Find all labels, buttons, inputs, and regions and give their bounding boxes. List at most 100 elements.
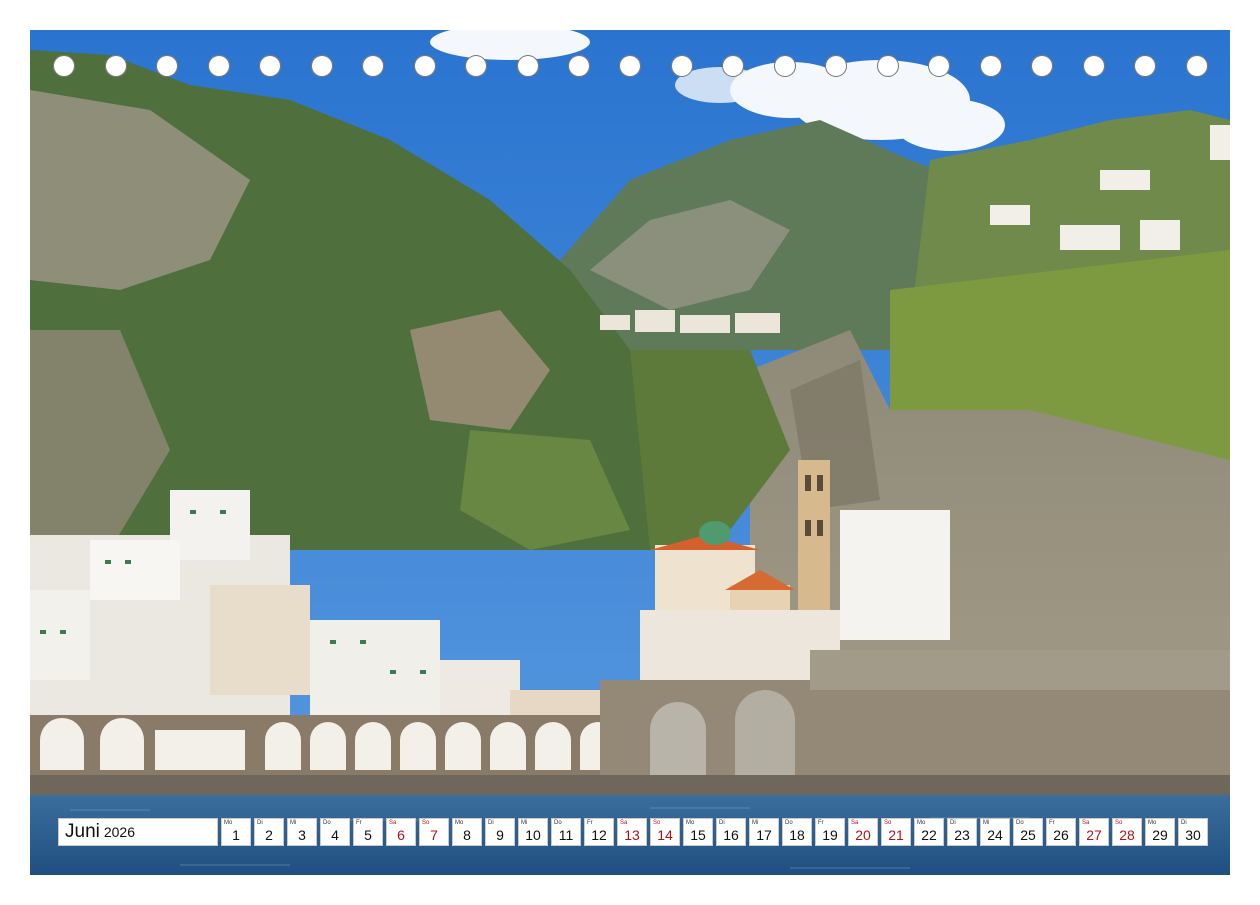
weekday-label: Fr	[356, 820, 362, 826]
weekday-label: Mo	[224, 820, 233, 826]
binding-hole	[568, 55, 590, 77]
day-number: 22	[921, 827, 937, 843]
binding-hole	[774, 55, 796, 77]
day-cell-5: Fr 5	[353, 818, 383, 846]
binding-hole	[1083, 55, 1105, 77]
weekday-label: Di	[488, 820, 494, 826]
day-number: 10	[525, 827, 541, 843]
day-number: 27	[1086, 827, 1102, 843]
day-cell-2: Di 2	[254, 818, 284, 846]
binding-hole	[362, 55, 384, 77]
day-cell-30: Di 30	[1178, 818, 1208, 846]
day-cell-11: Do 11	[551, 818, 581, 846]
day-cell-6: Sa 6	[386, 818, 416, 846]
day-cell-9: Di 9	[485, 818, 515, 846]
day-cell-10: Mi 10	[518, 818, 548, 846]
day-number: 21	[888, 827, 904, 843]
binding-hole	[208, 55, 230, 77]
weekday-label: Mo	[686, 820, 695, 826]
day-number: 25	[1020, 827, 1036, 843]
weekday-label: Do	[1016, 820, 1024, 826]
day-number: 29	[1152, 827, 1168, 843]
day-number: 8	[463, 827, 471, 843]
day-cell-25: Do 25	[1013, 818, 1043, 846]
weekday-label: Di	[257, 820, 263, 826]
day-cell-3: Mi 3	[287, 818, 317, 846]
day-number: 13	[624, 827, 640, 843]
day-number: 7	[430, 827, 438, 843]
day-number: 16	[723, 827, 739, 843]
weekday-label: Fr	[818, 820, 824, 826]
binding-hole	[825, 55, 847, 77]
binding-hole	[465, 55, 487, 77]
binding-hole	[414, 55, 436, 77]
weekday-label: Do	[785, 820, 793, 826]
day-number: 19	[822, 827, 838, 843]
day-number: 23	[954, 827, 970, 843]
day-number: 24	[987, 827, 1003, 843]
binding-hole	[53, 55, 75, 77]
binding-hole	[877, 55, 899, 77]
day-number: 11	[558, 827, 574, 843]
day-cell-13: Sa 13	[617, 818, 647, 846]
day-number: 30	[1185, 827, 1201, 843]
weekday-label: Mi	[521, 820, 528, 826]
weekday-label: So	[884, 820, 892, 826]
day-cell-17: Mi 17	[749, 818, 779, 846]
binding-hole	[311, 55, 333, 77]
weekday-label: So	[653, 820, 661, 826]
day-number: 6	[397, 827, 405, 843]
day-cell-1: Mo 1	[221, 818, 251, 846]
binding-hole	[105, 55, 127, 77]
month-label: Juni 2026	[58, 818, 218, 846]
day-cell-28: So 28	[1112, 818, 1142, 846]
weekday-label: Sa	[620, 820, 628, 826]
weekday-label: Mo	[1148, 820, 1157, 826]
day-number: 28	[1119, 827, 1135, 843]
day-cell-21: So 21	[881, 818, 911, 846]
day-cell-20: Sa 20	[848, 818, 878, 846]
day-number: 9	[496, 827, 504, 843]
day-cell-15: Mo 15	[683, 818, 713, 846]
weekday-label: So	[422, 820, 430, 826]
day-number: 2	[265, 827, 273, 843]
weekday-label: Fr	[1049, 820, 1055, 826]
day-cell-18: Do 18	[782, 818, 812, 846]
day-cell-12: Fr 12	[584, 818, 614, 846]
day-cell-8: Mo 8	[452, 818, 482, 846]
day-cell-29: Mo 29	[1145, 818, 1175, 846]
weekday-label: Mi	[983, 820, 990, 826]
weekday-label: Di	[719, 820, 725, 826]
weekday-label: Do	[323, 820, 331, 826]
binding-hole	[1186, 55, 1208, 77]
binding-hole	[722, 55, 744, 77]
binding-hole	[928, 55, 950, 77]
weekday-label: Di	[950, 820, 956, 826]
day-number: 1	[232, 827, 240, 843]
binding-hole	[980, 55, 1002, 77]
day-number: 15	[690, 827, 706, 843]
month-year: 2026	[103, 824, 136, 840]
day-cell-4: Do 4	[320, 818, 350, 846]
binding-hole	[619, 55, 641, 77]
day-number: 17	[756, 827, 772, 843]
weekday-label: Fr	[587, 820, 593, 826]
day-number: 12	[591, 827, 607, 843]
binding-hole	[517, 55, 539, 77]
day-cell-19: Fr 19	[815, 818, 845, 846]
weekday-label: Sa	[1082, 820, 1090, 826]
day-number: 26	[1053, 827, 1069, 843]
calendar-strip: Juni 2026 Mo 1 Di 2 Mi 3 Do 4 Fr 5 Sa 6 So 7 Mo 8 Di 9 Mi 1…	[58, 818, 1208, 846]
day-cell-23: Di 23	[947, 818, 977, 846]
day-cell-16: Di 16	[716, 818, 746, 846]
weekday-label: So	[1115, 820, 1123, 826]
binding-hole	[671, 55, 693, 77]
binding-hole	[259, 55, 281, 77]
day-number: 5	[364, 827, 372, 843]
weekday-label: Mo	[917, 820, 926, 826]
weekday-label: Sa	[851, 820, 859, 826]
weekday-label: Mi	[752, 820, 759, 826]
binding-hole	[1031, 55, 1053, 77]
binding-hole	[1134, 55, 1156, 77]
day-cell-14: So 14	[650, 818, 680, 846]
